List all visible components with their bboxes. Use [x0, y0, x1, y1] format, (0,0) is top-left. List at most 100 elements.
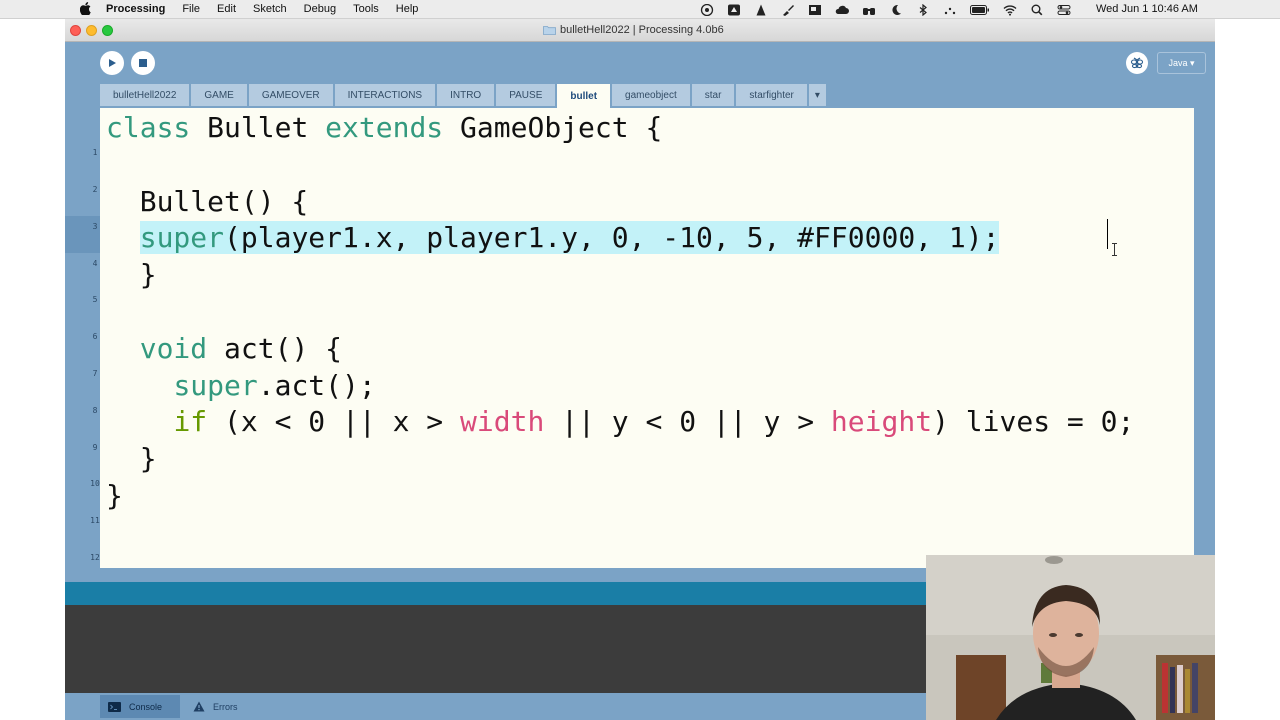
run-button[interactable]: [100, 51, 124, 75]
status-window-icon[interactable]: [808, 4, 822, 16]
code-token: void: [139, 332, 208, 365]
status-brush-icon[interactable]: [781, 4, 795, 16]
wifi-icon[interactable]: [1003, 4, 1017, 16]
tab-starfighter[interactable]: starfighter: [736, 84, 807, 106]
tab-menu-dropdown[interactable]: ▾: [808, 84, 826, 106]
menu-app-name[interactable]: Processing: [106, 3, 165, 15]
tab-gameover[interactable]: GAMEOVER: [248, 84, 333, 106]
tab-bullet[interactable]: bullet: [557, 84, 611, 108]
play-icon: [109, 59, 116, 67]
macos-menu-bar: Processing File Edit Sketch Debug Tools …: [0, 0, 1280, 19]
code-token: super: [139, 221, 225, 254]
tab-interactions[interactable]: INTERACTIONS: [334, 84, 436, 106]
line-number: 11: [90, 516, 100, 525]
line-number: 3: [92, 222, 98, 231]
status-binoculars-icon[interactable]: [862, 4, 876, 16]
code-token: extends: [325, 111, 444, 144]
code-line-3: Bullet() {: [106, 183, 309, 220]
code-token: if: [173, 405, 208, 438]
tab-intro[interactable]: INTRO: [437, 84, 495, 106]
code-token: Bullet: [190, 111, 326, 144]
line-number: 4: [92, 259, 98, 268]
code-token: class: [106, 111, 191, 144]
tab-pause[interactable]: PAUSE: [496, 84, 556, 106]
status-cloud-icon[interactable]: [835, 4, 849, 16]
line-number: 12: [90, 553, 100, 562]
code-token: width: [460, 405, 545, 438]
line-number: 6: [92, 332, 98, 341]
status-vlc-icon[interactable]: [754, 4, 768, 16]
debugger-button[interactable]: [1126, 52, 1148, 74]
line-number: 1: [92, 148, 98, 157]
status-bluetooth-icon[interactable]: [916, 3, 930, 16]
code-line-5: }: [106, 256, 157, 293]
search-icon[interactable]: [1030, 4, 1044, 16]
stop-icon: [139, 59, 147, 67]
code-token: }: [106, 258, 157, 291]
tab-star[interactable]: star: [691, 84, 735, 106]
line-number: 8: [92, 406, 98, 415]
code-token: }: [106, 442, 157, 475]
code-selection[interactable]: super(player1.x, player1.y, 0, -10, 5, #…: [139, 221, 1000, 254]
code-token: (x < 0 || x >: [207, 405, 461, 438]
code-token: .act();: [257, 369, 376, 402]
window-minimize-button[interactable]: [86, 25, 97, 36]
code-token: ) lives = 0;: [932, 405, 1135, 438]
code-token: act() {: [207, 332, 343, 365]
line-number: 10: [90, 479, 100, 488]
code-line-8: super.act();: [106, 367, 376, 404]
menu-debug[interactable]: Debug: [304, 3, 336, 15]
line-number: 2: [92, 185, 98, 194]
webcam-picture: [926, 555, 1215, 720]
text-caret: [1107, 219, 1108, 249]
menu-tools[interactable]: Tools: [353, 3, 379, 15]
apple-icon[interactable]: [80, 2, 91, 15]
menu-edit[interactable]: Edit: [217, 3, 236, 15]
control-center-icon[interactable]: [1057, 4, 1071, 16]
menu-help[interactable]: Help: [396, 3, 419, 15]
code-token: Bullet() {: [106, 185, 309, 218]
sketch-tab-bar: bulletHell2022 GAME GAMEOVER INTERACTION…: [100, 84, 828, 108]
code-token: }: [106, 479, 123, 512]
errors-tab[interactable]: Errors: [185, 695, 246, 718]
tab-game[interactable]: GAME: [191, 84, 247, 106]
folder-icon: [543, 26, 556, 35]
menu-sketch[interactable]: Sketch: [253, 3, 287, 15]
window-close-button[interactable]: [70, 25, 81, 36]
warning-icon: [193, 701, 205, 712]
code-line-9: if (x < 0 || x > width || y < 0 || y > h…: [106, 403, 1134, 440]
mode-selector[interactable]: Java ▾: [1157, 52, 1206, 74]
stop-button[interactable]: [131, 51, 155, 75]
line-number: 5: [92, 295, 98, 304]
code-line-11: }: [106, 477, 123, 514]
tab-gameobject[interactable]: gameobject: [612, 84, 690, 106]
tab-bullethell2022[interactable]: bulletHell2022: [100, 84, 190, 106]
butterfly-icon: [1130, 57, 1144, 69]
battery-icon[interactable]: [970, 4, 990, 16]
window-title-text: bulletHell2022 | Processing 4.0b6: [560, 24, 724, 36]
window-zoom-button[interactable]: [102, 25, 113, 36]
menu-file[interactable]: File: [182, 3, 200, 15]
code-editor[interactable]: class Bullet extends GameObject { Bullet…: [100, 108, 1194, 568]
terminal-icon: [108, 701, 121, 712]
window-title-bar[interactable]: bulletHell2022 | Processing 4.0b6: [65, 19, 1215, 42]
status-app-icon[interactable]: [700, 3, 714, 16]
console-tab-label: Console: [129, 701, 163, 712]
code-line-4: super(player1.x, player1.y, 0, -10, 5, #…: [106, 219, 1000, 256]
code-token: (player1.x, player1.y, 0, -10, 5, #FF000…: [224, 221, 1000, 254]
code-token: super: [173, 369, 258, 402]
status-moon-icon[interactable]: [889, 4, 903, 16]
status-dots-icon[interactable]: [943, 4, 957, 16]
code-line-1: class Bullet extends GameObject {: [106, 109, 662, 146]
line-number: 7: [92, 369, 98, 378]
code-line-10: }: [106, 440, 157, 477]
editor-scrollbar[interactable]: [1194, 108, 1215, 568]
code-line-7: void act() {: [106, 330, 342, 367]
status-drive-icon[interactable]: [727, 4, 741, 16]
console-tab[interactable]: Console: [100, 695, 180, 718]
menu-clock[interactable]: Wed Jun 1 10:46 AM: [1096, 3, 1198, 15]
